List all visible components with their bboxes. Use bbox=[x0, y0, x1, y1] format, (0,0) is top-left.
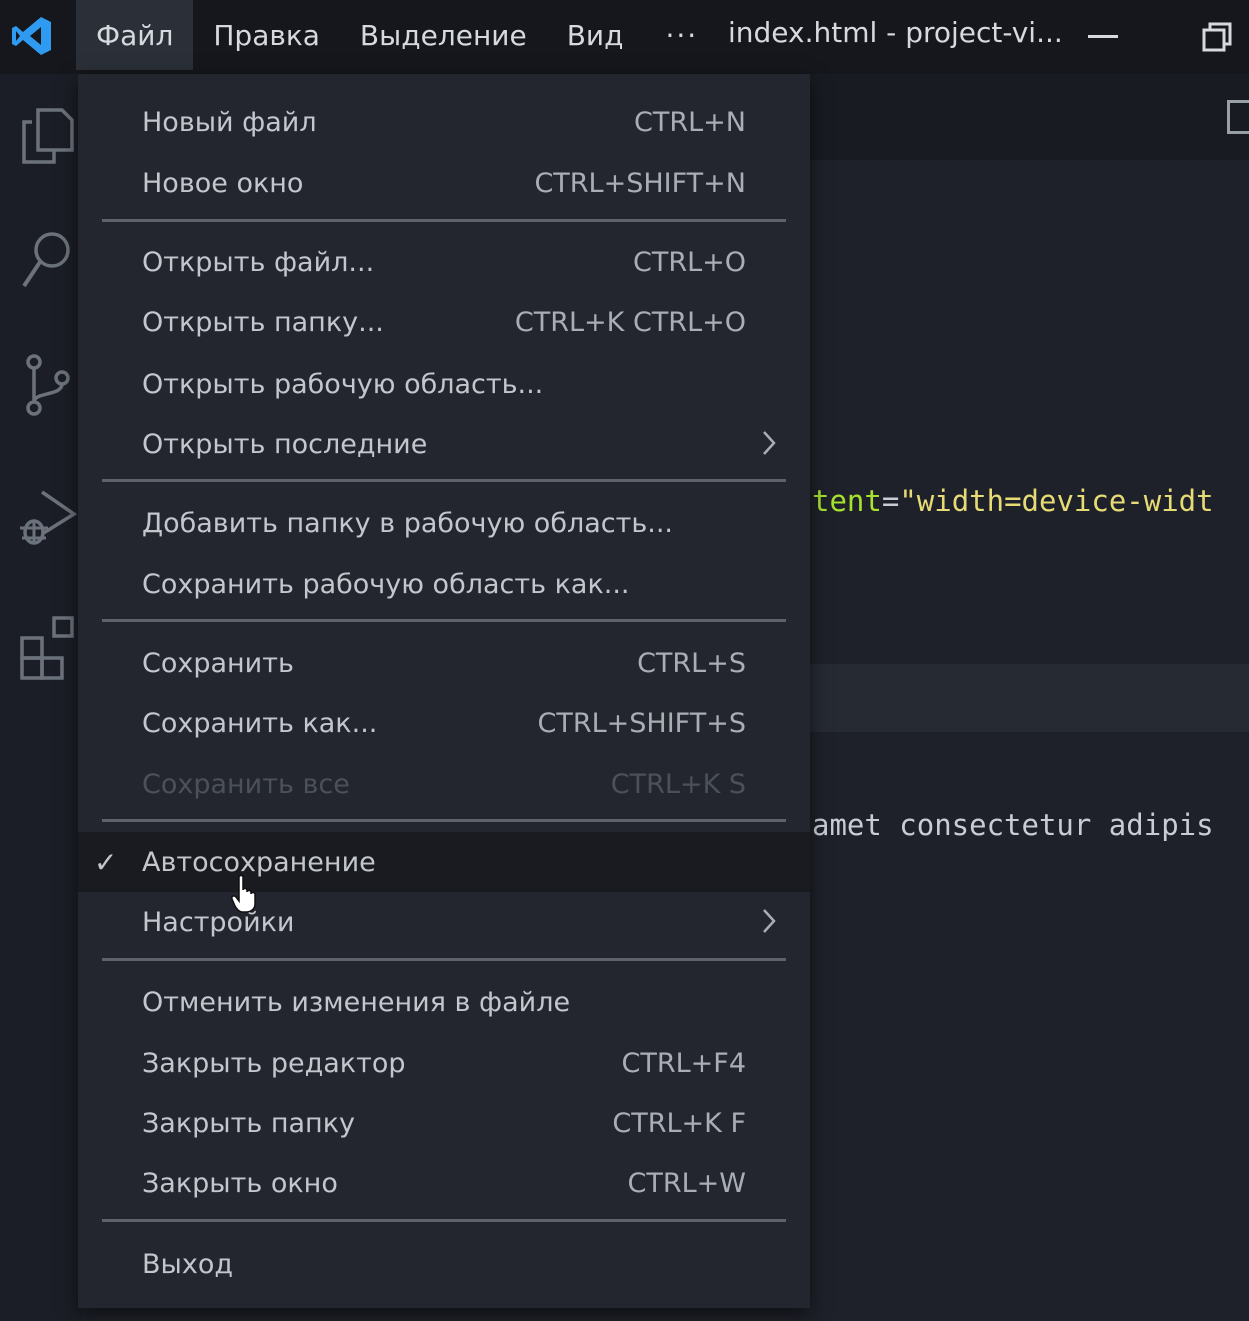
menu-item-close-window[interactable]: Закрыть окно CTRL+W bbox=[78, 1153, 810, 1213]
menu-item-new-window[interactable]: Новое окно CTRL+SHIFT+N bbox=[78, 153, 810, 213]
explorer-icon[interactable] bbox=[18, 102, 78, 168]
menu-item-close-editor[interactable]: Закрыть редактор CTRL+F4 bbox=[78, 1033, 810, 1093]
menu-item-auto-save[interactable]: ✓ Автосохранение bbox=[78, 832, 810, 892]
checkmark-icon: ✓ bbox=[94, 845, 118, 879]
menu-separator bbox=[102, 619, 786, 622]
menu-item-shortcut: CTRL+K S bbox=[610, 768, 746, 800]
menu-item-label: Открыть рабочую область... bbox=[142, 368, 544, 400]
menu-item-preferences[interactable]: Настройки bbox=[78, 892, 810, 952]
menu-item-new-file[interactable]: Новый файл CTRL+N bbox=[78, 92, 810, 152]
menu-item-label: Отменить изменения в файле bbox=[142, 986, 571, 1018]
file-menu-dropdown: Новый файл CTRL+N Новое окно CTRL+SHIFT+… bbox=[78, 74, 810, 1308]
menu-item-label: Закрыть окно bbox=[142, 1167, 338, 1199]
menu-item-label: Закрыть редактор bbox=[142, 1047, 406, 1079]
menu-item-open-file[interactable]: Открыть файл... CTRL+O bbox=[78, 232, 810, 292]
menu-item-label: Открыть файл... bbox=[142, 246, 375, 278]
menu-item-shortcut: CTRL+O bbox=[632, 246, 746, 278]
menu-item-shortcut: CTRL+K F bbox=[612, 1107, 746, 1139]
menu-item-label: Сохранить bbox=[142, 647, 294, 679]
menu-item-revert-file[interactable]: Отменить изменения в файле bbox=[78, 972, 810, 1032]
menu-item-close-folder[interactable]: Закрыть папку CTRL+K F bbox=[78, 1093, 810, 1153]
menu-item-label: Сохранить как... bbox=[142, 707, 378, 739]
menu-item-label: Выход bbox=[142, 1248, 234, 1280]
menu-selection[interactable]: Выделение bbox=[340, 0, 547, 70]
menu-item-label: Новый файл bbox=[142, 106, 317, 138]
menu-item-label: Открыть папку... bbox=[142, 306, 384, 338]
search-icon[interactable] bbox=[18, 226, 78, 292]
code-line-text: amet consectetur adipis bbox=[812, 808, 1214, 842]
menu-item-label: Новое окно bbox=[142, 167, 304, 199]
menu-item-exit[interactable]: Выход bbox=[78, 1234, 810, 1294]
hand-cursor-icon bbox=[231, 874, 256, 913]
vscode-logo-icon[interactable] bbox=[10, 14, 54, 58]
chevron-right-icon bbox=[763, 431, 776, 455]
code-equals: = bbox=[881, 484, 900, 518]
menu-view[interactable]: Вид bbox=[547, 0, 644, 70]
menu-bar: Файл Правка Выделение Вид ··· bbox=[76, 0, 720, 70]
menu-item-shortcut: CTRL+S bbox=[637, 647, 746, 679]
menu-edit[interactable]: Правка bbox=[193, 0, 340, 70]
code-string: "width=device-widt bbox=[899, 484, 1214, 518]
menu-item-label: Сохранить все bbox=[142, 768, 350, 800]
menu-separator bbox=[102, 219, 786, 222]
menu-item-shortcut: CTRL+W bbox=[627, 1167, 746, 1199]
menu-item-label: Добавить папку в рабочую область... bbox=[142, 507, 674, 539]
menu-item-save[interactable]: Сохранить CTRL+S bbox=[78, 633, 810, 693]
menu-item-add-folder-to-workspace[interactable]: Добавить папку в рабочую область... bbox=[78, 493, 810, 553]
menu-item-label: Автосохранение bbox=[142, 846, 376, 878]
activity-bar bbox=[0, 74, 82, 1321]
menu-file[interactable]: Файл bbox=[76, 0, 194, 70]
run-debug-icon[interactable] bbox=[18, 484, 78, 550]
menu-item-shortcut: CTRL+K CTRL+O bbox=[514, 306, 746, 338]
menu-separator bbox=[102, 958, 786, 961]
menu-item-save-as[interactable]: Сохранить как... CTRL+SHIFT+S bbox=[78, 693, 810, 753]
split-editor-icon[interactable] bbox=[1227, 100, 1249, 134]
extensions-icon[interactable] bbox=[18, 614, 78, 680]
menu-item-label: Сохранить рабочую область как... bbox=[142, 568, 630, 600]
more-menus-icon[interactable]: ··· bbox=[643, 19, 720, 52]
menu-item-shortcut: CTRL+SHIFT+S bbox=[537, 707, 747, 739]
minimize-icon[interactable] bbox=[1088, 35, 1118, 38]
restore-window-icon[interactable] bbox=[1202, 22, 1232, 52]
code-line-meta: tent="width=device-widt bbox=[812, 484, 1214, 518]
source-control-icon[interactable] bbox=[18, 352, 78, 418]
menu-item-open-recent[interactable]: Открыть последние bbox=[78, 414, 810, 474]
menu-item-shortcut: CTRL+F4 bbox=[621, 1047, 746, 1079]
menu-separator bbox=[102, 479, 786, 482]
menu-item-label: Открыть последние bbox=[142, 428, 428, 460]
menu-item-open-folder[interactable]: Открыть папку... CTRL+K CTRL+O bbox=[78, 292, 810, 352]
code-attr: tent bbox=[812, 484, 882, 518]
menu-separator bbox=[102, 1219, 786, 1222]
window-title: index.html - project-vi... bbox=[728, 16, 1063, 49]
chevron-right-icon bbox=[763, 909, 776, 933]
menu-item-shortcut: CTRL+N bbox=[634, 106, 746, 138]
menu-item-save-workspace-as[interactable]: Сохранить рабочую область как... bbox=[78, 554, 810, 614]
menu-item-label: Закрыть папку bbox=[142, 1107, 355, 1139]
menu-item-shortcut: CTRL+SHIFT+N bbox=[534, 167, 746, 199]
menu-separator bbox=[102, 819, 786, 822]
menu-item-save-all: Сохранить все CTRL+K S bbox=[78, 754, 810, 814]
title-bar: Файл Правка Выделение Вид ··· index.html… bbox=[0, 0, 1249, 74]
menu-item-label: Настройки bbox=[142, 906, 295, 938]
menu-item-open-workspace[interactable]: Открыть рабочую область... bbox=[78, 354, 810, 414]
